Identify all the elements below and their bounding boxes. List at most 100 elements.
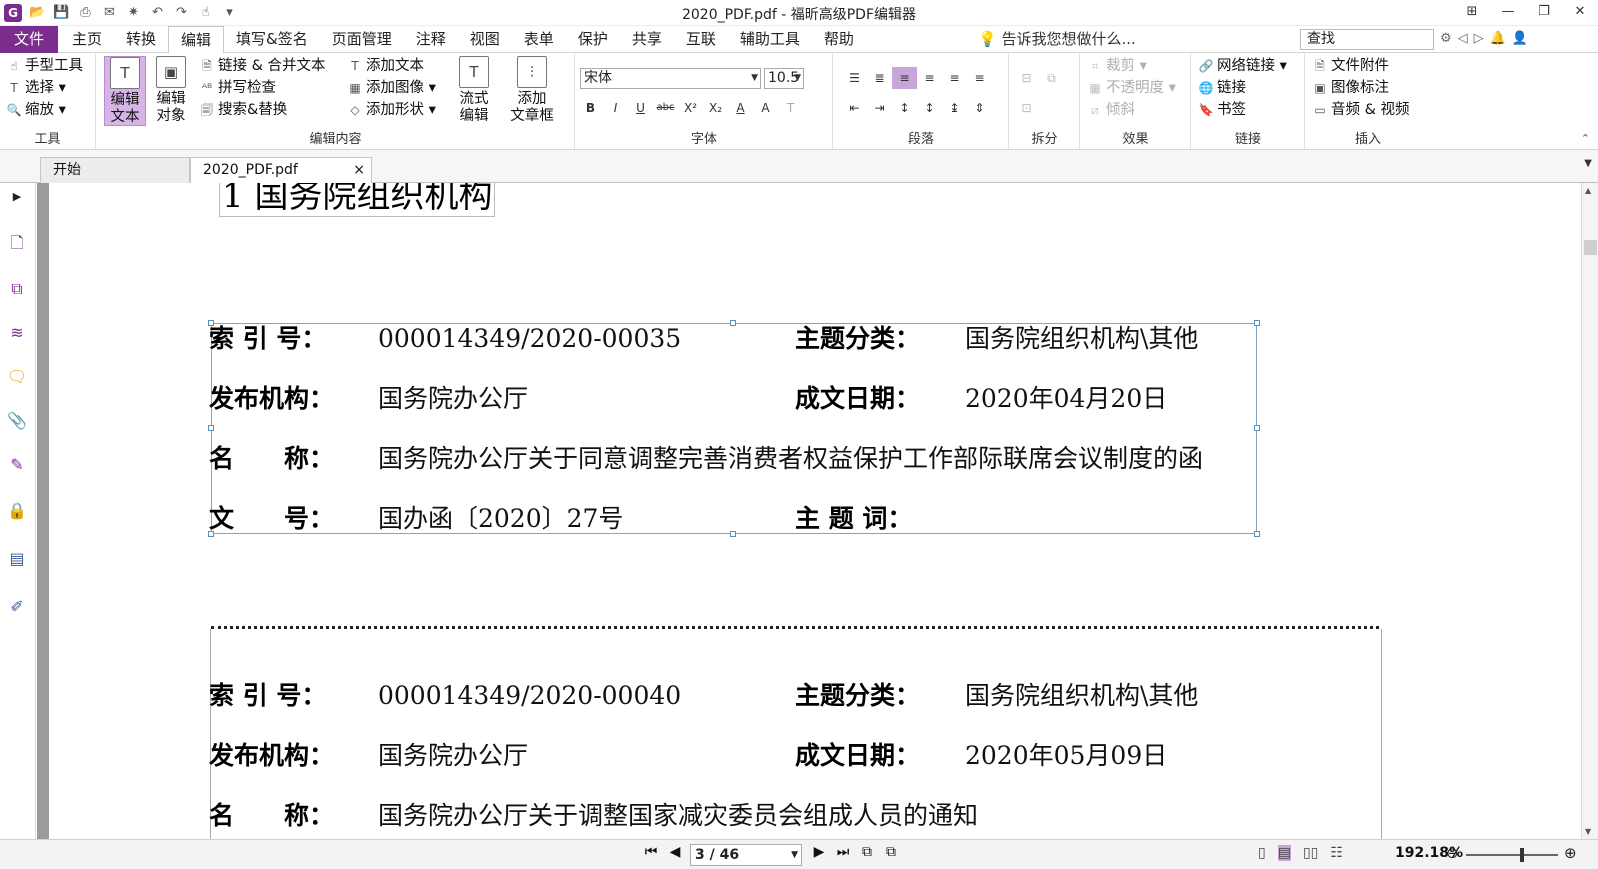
last-page-icon[interactable]: ⏭ <box>834 844 852 860</box>
first-page-icon[interactable]: ⏮ <box>642 844 660 860</box>
edit-text-button[interactable]: T 编辑 文本 <box>104 56 146 126</box>
scroll-up-icon[interactable]: ▲ <box>1585 186 1591 195</box>
attachments-panel-icon[interactable]: 📎 <box>5 409 29 433</box>
align-center-icon[interactable]: ≡ <box>917 67 942 89</box>
tab-home[interactable]: 主页 <box>60 26 114 53</box>
resize-handle[interactable] <box>1254 531 1260 537</box>
date-value[interactable]: 2020年04月20日 <box>965 384 1167 414</box>
subscript-button[interactable]: X₂ <box>703 97 728 119</box>
tab-comment[interactable]: 注释 <box>404 26 458 53</box>
document-page[interactable]: 1 国务院组织机构 索 引 号： 000014349/2020-00035 主题… <box>49 183 1581 839</box>
image-annotation-button[interactable]: ▣ 图像标注 <box>1312 78 1389 98</box>
zoom-slider[interactable] <box>1466 848 1558 862</box>
tab-connect[interactable]: 互联 <box>674 26 728 53</box>
bold-button[interactable]: B <box>578 97 603 119</box>
topic-value[interactable]: 国务院组织机构\其他 <box>965 681 1198 711</box>
issuer-value[interactable]: 国务院办公厅 <box>378 741 528 771</box>
facing-page-icon[interactable]: ▯▯ <box>1303 845 1318 861</box>
signature-panel-icon[interactable]: ✎ <box>5 453 29 477</box>
collapse-ribbon-icon[interactable]: ⌃ <box>1581 132 1590 145</box>
page-number-input[interactable]: 3 / 46 ▼ <box>690 844 802 866</box>
minimize-button[interactable]: — <box>1490 0 1526 24</box>
date-value[interactable]: 2020年05月09日 <box>965 741 1167 771</box>
resize-handle[interactable] <box>730 531 736 537</box>
single-page-icon[interactable]: ▯ <box>1258 845 1266 861</box>
search-replace-button[interactable]: 🗐 搜索&替换 <box>199 100 287 120</box>
comments-panel-icon[interactable]: 🗨 <box>5 365 29 389</box>
name-value[interactable]: 国务院办公厅关于调整国家减灾委员会组成人员的通知 <box>378 801 978 831</box>
name-value[interactable]: 国务院办公厅关于同意调整完善消费者权益保护工作部际联席会议制度的函 <box>378 444 1203 474</box>
flow-edit-button[interactable]: T 流式 编辑 <box>453 56 495 125</box>
file-attachment-button[interactable]: 🗎 文件附件 <box>1312 56 1389 76</box>
security-panel-icon[interactable]: 🔒 <box>5 499 29 523</box>
tabs-dropdown-icon[interactable]: ▼ <box>1584 158 1592 169</box>
para-spacing-icon[interactable]: ↕ <box>917 97 942 119</box>
resize-handle[interactable] <box>1254 425 1260 431</box>
tools-panel-icon[interactable]: ✐ <box>5 595 29 619</box>
crop-button[interactable]: ⌗ 裁剪 ▾ <box>1087 56 1147 76</box>
vertical-scrollbar[interactable]: ▲ ▼ <box>1581 183 1598 839</box>
italic-button[interactable]: I <box>603 97 628 119</box>
audio-video-button[interactable]: ▭ 音频 & 视频 <box>1312 100 1409 120</box>
layers-panel-icon[interactable]: ≋ <box>5 321 29 345</box>
add-shape-button[interactable]: ◇ 添加形状 ▾ <box>347 100 436 120</box>
form-panel-icon[interactable]: ▤ <box>5 547 29 571</box>
pages-panel-icon[interactable]: ⧉ <box>5 277 29 301</box>
tab-page-management[interactable]: 页面管理 <box>320 26 404 53</box>
file-menu[interactable]: 文件 <box>0 26 58 53</box>
tab-form[interactable]: 表单 <box>512 26 566 53</box>
page-heading[interactable]: 1 国务院组织机构 <box>219 183 496 217</box>
align-justify-icon[interactable]: ≡ <box>967 67 992 89</box>
bookmark-button[interactable]: 🔖 书签 <box>1198 100 1246 120</box>
doc-number-value[interactable]: 国办函〔2020〕27号 <box>378 504 623 534</box>
tab-help[interactable]: 帮助 <box>812 26 866 53</box>
web-link-button[interactable]: 🔗 网络链接 ▾ <box>1198 56 1287 76</box>
index-value[interactable]: 000014349/2020-00035 <box>378 324 681 354</box>
font-size-select[interactable]: 10.5 ▼ <box>764 68 804 89</box>
expand-panel-icon[interactable]: ▶ <box>5 185 29 209</box>
underline-button[interactable]: U <box>628 97 653 119</box>
tab-accessibility[interactable]: 辅助工具 <box>728 26 812 53</box>
hand-tool-button[interactable]: ☝ 手型工具 <box>6 56 83 76</box>
add-image-button[interactable]: ▦ 添加图像 ▾ <box>347 78 436 98</box>
align-right-icon[interactable]: ≡ <box>942 67 967 89</box>
text-edit-selection-box[interactable] <box>208 320 1260 537</box>
link-button[interactable]: 🌐 链接 <box>1198 78 1246 98</box>
close-tab-icon[interactable]: × <box>353 158 365 182</box>
tab-fill-sign[interactable]: 填写&签名 <box>224 26 320 53</box>
index-value[interactable]: 000014349/2020-00040 <box>378 681 681 711</box>
find-input[interactable]: 查找 <box>1300 29 1434 50</box>
numbered-list-icon[interactable]: ≣ <box>867 67 892 89</box>
user-icon[interactable]: 👤 <box>1512 30 1528 48</box>
opacity-button[interactable]: ▦ 不透明度 ▾ <box>1087 78 1176 98</box>
issuer-value[interactable]: 国务院办公厅 <box>378 384 528 414</box>
link-join-text-button[interactable]: 🗎 链接 & 合并文本 <box>199 56 325 76</box>
tell-me-box[interactable]: 💡 告诉我您想做什么... <box>978 26 1136 53</box>
zoom-out-icon[interactable]: ⊖ <box>1446 844 1459 862</box>
add-article-button[interactable]: ⫶ 添加 文章框 <box>507 56 557 125</box>
add-text-button[interactable]: T 添加文本 <box>347 56 424 76</box>
resize-handle[interactable] <box>1254 320 1260 326</box>
skew-button[interactable]: ⧄ 倾斜 <box>1087 100 1135 120</box>
close-button[interactable]: ✕ <box>1562 0 1598 24</box>
bookmarks-panel-icon[interactable]: 🗋 <box>5 231 29 255</box>
tab-share[interactable]: 共享 <box>620 26 674 53</box>
text-scale-button[interactable]: T <box>778 97 803 119</box>
char-spacing-button[interactable]: A <box>753 97 778 119</box>
more-spacing-icon[interactable]: ⇕ <box>967 97 992 119</box>
scroll-thumb[interactable] <box>1584 240 1597 255</box>
scroll-down-icon[interactable]: ▼ <box>1585 827 1591 836</box>
font-name-select[interactable]: 宋体 ▼ <box>580 68 761 89</box>
resize-handle[interactable] <box>208 425 214 431</box>
indent-increase-icon[interactable]: ⇥ <box>867 97 892 119</box>
tab-protect[interactable]: 保护 <box>566 26 620 53</box>
prev-page-icon[interactable]: ◀ <box>666 844 684 860</box>
indent-decrease-icon[interactable]: ⇤ <box>842 97 867 119</box>
zoom-slider-knob[interactable] <box>1520 848 1524 862</box>
resize-handle[interactable] <box>730 320 736 326</box>
next-view-icon[interactable]: ⧉ <box>882 844 900 860</box>
merge-icon[interactable]: ⧉ <box>1039 67 1064 89</box>
tab-view[interactable]: 视图 <box>458 26 512 53</box>
tab-edit[interactable]: 编辑 <box>168 26 225 54</box>
back-icon[interactable]: ◁ <box>1458 30 1468 48</box>
